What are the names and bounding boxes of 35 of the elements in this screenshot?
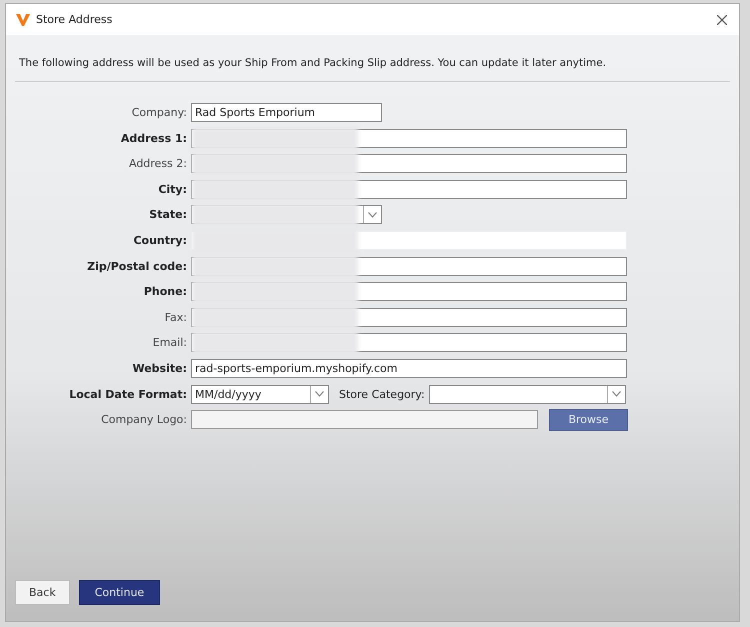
category-dropdown[interactable]: [428, 384, 626, 404]
input-field[interactable]: [191, 180, 627, 199]
field-label: Company Logo:: [100, 413, 188, 426]
input-field[interactable]: [191, 333, 627, 352]
field-label: Fax:: [164, 310, 188, 324]
intro-text: The following address will be used as your Ship From and Packing Slip address. You can update it later anytime.: [19, 57, 608, 69]
field-label: Address 2:: [128, 157, 188, 170]
field-label: Phone:: [142, 285, 188, 298]
field-label: Zip/Postal code:: [86, 260, 188, 273]
field-label: Address 1:: [120, 132, 188, 145]
input-field[interactable]: [191, 308, 627, 327]
input-field[interactable]: Rad Sports Emporium: [191, 103, 382, 122]
continue-button[interactable]: Continue: [78, 580, 160, 605]
date-format-dropdown[interactable]: MM/dd/yyyy: [191, 384, 329, 404]
input-field[interactable]: [191, 154, 627, 174]
field-label: Local Date Format:: [68, 388, 188, 401]
field-label: Country:: [132, 234, 188, 247]
logo-icon: [16, 14, 30, 26]
field-label: Website:: [131, 362, 188, 375]
field-label: State:: [148, 208, 188, 222]
field-label: Email:: [152, 336, 188, 350]
input-field[interactable]: rad-sports-emporium.myshopify.com: [191, 358, 627, 378]
back-button[interactable]: Back: [15, 580, 70, 605]
field-label: Company:: [130, 106, 188, 119]
close-icon: [717, 14, 727, 24]
browse-button[interactable]: Browse: [549, 408, 628, 431]
file-field[interactable]: [191, 410, 538, 430]
input-field[interactable]: [191, 128, 627, 148]
window-title: Store Address: [36, 13, 112, 26]
field-label: City:: [157, 182, 188, 196]
close-button[interactable]: [715, 12, 729, 26]
input-field[interactable]: [191, 282, 627, 302]
input-field[interactable]: [191, 256, 627, 276]
field-label: Store Category:: [339, 388, 425, 401]
dropdown[interactable]: [191, 205, 382, 224]
